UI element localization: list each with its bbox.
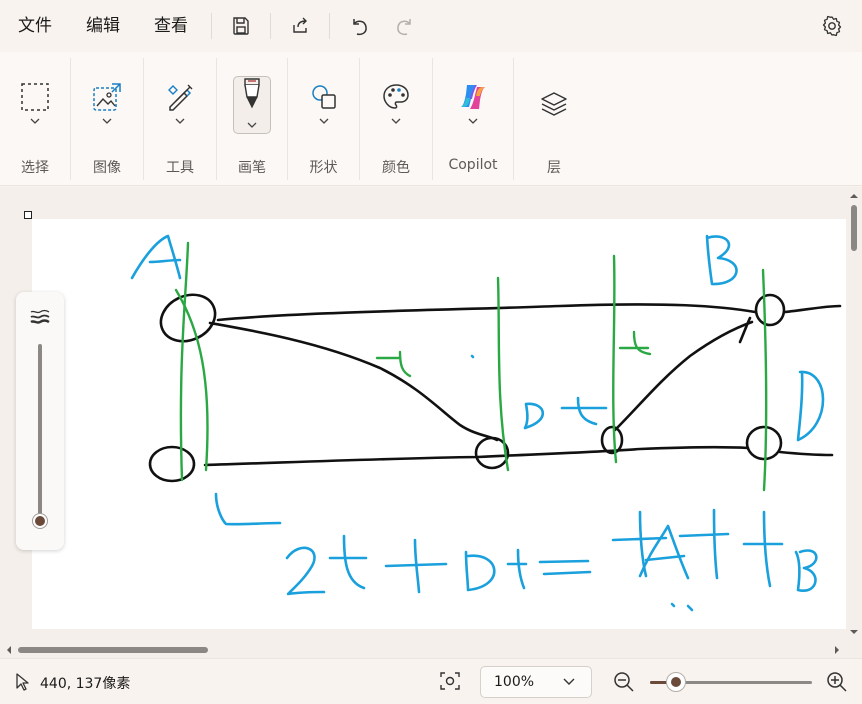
image-icon: [93, 83, 121, 111]
zoom-level-dropdown[interactable]: 100%: [480, 666, 592, 698]
palette-icon: [383, 84, 409, 109]
tools-icon: [168, 84, 193, 111]
fit-to-window-icon[interactable]: [438, 669, 462, 693]
redo-icon: [397, 19, 411, 36]
shapes-icon: [311, 85, 336, 109]
ribbon-group-image[interactable]: 图像: [71, 52, 143, 186]
settings-button[interactable]: [814, 8, 850, 44]
ribbon-group-brush[interactable]: 画笔: [217, 52, 287, 186]
scroll-down-arrow-icon[interactable]: [849, 627, 859, 637]
menu-divider: [270, 13, 271, 39]
ribbon-group-copilot[interactable]: Copilot: [433, 52, 513, 186]
chevron-down-icon: [563, 678, 575, 685]
ribbon-label-brush: 画笔: [238, 160, 266, 176]
undo-button[interactable]: [341, 8, 377, 44]
menu-file[interactable]: 文件: [0, 8, 69, 44]
canvas-area[interactable]: [0, 187, 862, 658]
status-bar: 440, 137像素 100%: [0, 658, 862, 704]
ribbon-label-image: 图像: [93, 160, 121, 176]
scroll-left-arrow-icon[interactable]: [4, 645, 14, 655]
horizontal-scroll-thumb[interactable]: [18, 647, 208, 653]
scroll-right-arrow-icon[interactable]: [832, 645, 842, 655]
brush-size-icon: [30, 309, 50, 324]
zoom-out-icon[interactable]: [613, 671, 635, 693]
chevron-down-icon: [319, 118, 328, 124]
ribbon-label-layers: 层: [547, 160, 561, 176]
chevron-down-icon: [468, 118, 478, 124]
ribbon-group-layers[interactable]: 层: [514, 52, 594, 186]
zoom-slider-knob[interactable]: [666, 672, 686, 692]
zoom-level-value: 100%: [494, 674, 535, 690]
zoom-in-icon[interactable]: [826, 671, 848, 693]
ribbon: 选择 图像 工具 画笔 形状 颜色 Copilot 层: [0, 52, 862, 186]
chevron-down-icon: [391, 118, 401, 124]
vertical-scroll-thumb[interactable]: [851, 205, 857, 251]
brush-size-slider-knob[interactable]: [32, 513, 48, 529]
ribbon-label-copilot: Copilot: [448, 157, 498, 173]
cursor-coordinates: 440, 137像素: [40, 676, 131, 692]
redo-button[interactable]: [387, 8, 423, 44]
chevron-down-icon: [102, 118, 112, 124]
save-icon: [233, 17, 249, 35]
hand-drawn-sketch: [130, 234, 842, 612]
chevron-down-icon: [247, 122, 257, 128]
ribbon-label-shapes: 形状: [309, 160, 338, 176]
ribbon-group-color[interactable]: 颜色: [360, 52, 432, 186]
scroll-up-arrow-icon[interactable]: [849, 191, 859, 201]
copilot-icon: [461, 85, 485, 109]
save-button[interactable]: [223, 8, 259, 44]
brush-size-slider-track[interactable]: [38, 344, 42, 516]
brush-size-panel: [16, 292, 64, 550]
layers-icon: [541, 92, 567, 116]
brush-icon: [244, 78, 260, 109]
chevron-down-icon: [175, 118, 185, 124]
drawing-canvas[interactable]: [32, 219, 846, 629]
chevron-down-icon: [30, 118, 40, 124]
ribbon-label-tools: 工具: [166, 160, 194, 176]
menu-divider: [211, 13, 212, 39]
ribbon-group-select[interactable]: 选择: [0, 52, 70, 186]
canvas-resize-handle[interactable]: [24, 211, 32, 219]
menu-bar: 文件 编辑 查看: [0, 0, 862, 52]
ribbon-label-color: 颜色: [382, 160, 410, 176]
share-icon: [293, 17, 307, 33]
undo-icon: [353, 19, 367, 36]
ribbon-group-tools[interactable]: 工具: [144, 52, 216, 186]
ribbon-group-shapes[interactable]: 形状: [288, 52, 359, 186]
menu-divider: [329, 13, 330, 39]
menu-view[interactable]: 查看: [137, 8, 205, 44]
gear-icon: [822, 15, 842, 37]
select-icon: [21, 83, 49, 111]
menu-edit[interactable]: 编辑: [69, 8, 137, 44]
ribbon-label-select: 选择: [21, 160, 49, 176]
share-button[interactable]: [282, 8, 318, 44]
horizontal-scrollbar[interactable]: [0, 642, 846, 658]
vertical-scrollbar[interactable]: [846, 187, 862, 642]
pointer-icon: [16, 673, 29, 691]
